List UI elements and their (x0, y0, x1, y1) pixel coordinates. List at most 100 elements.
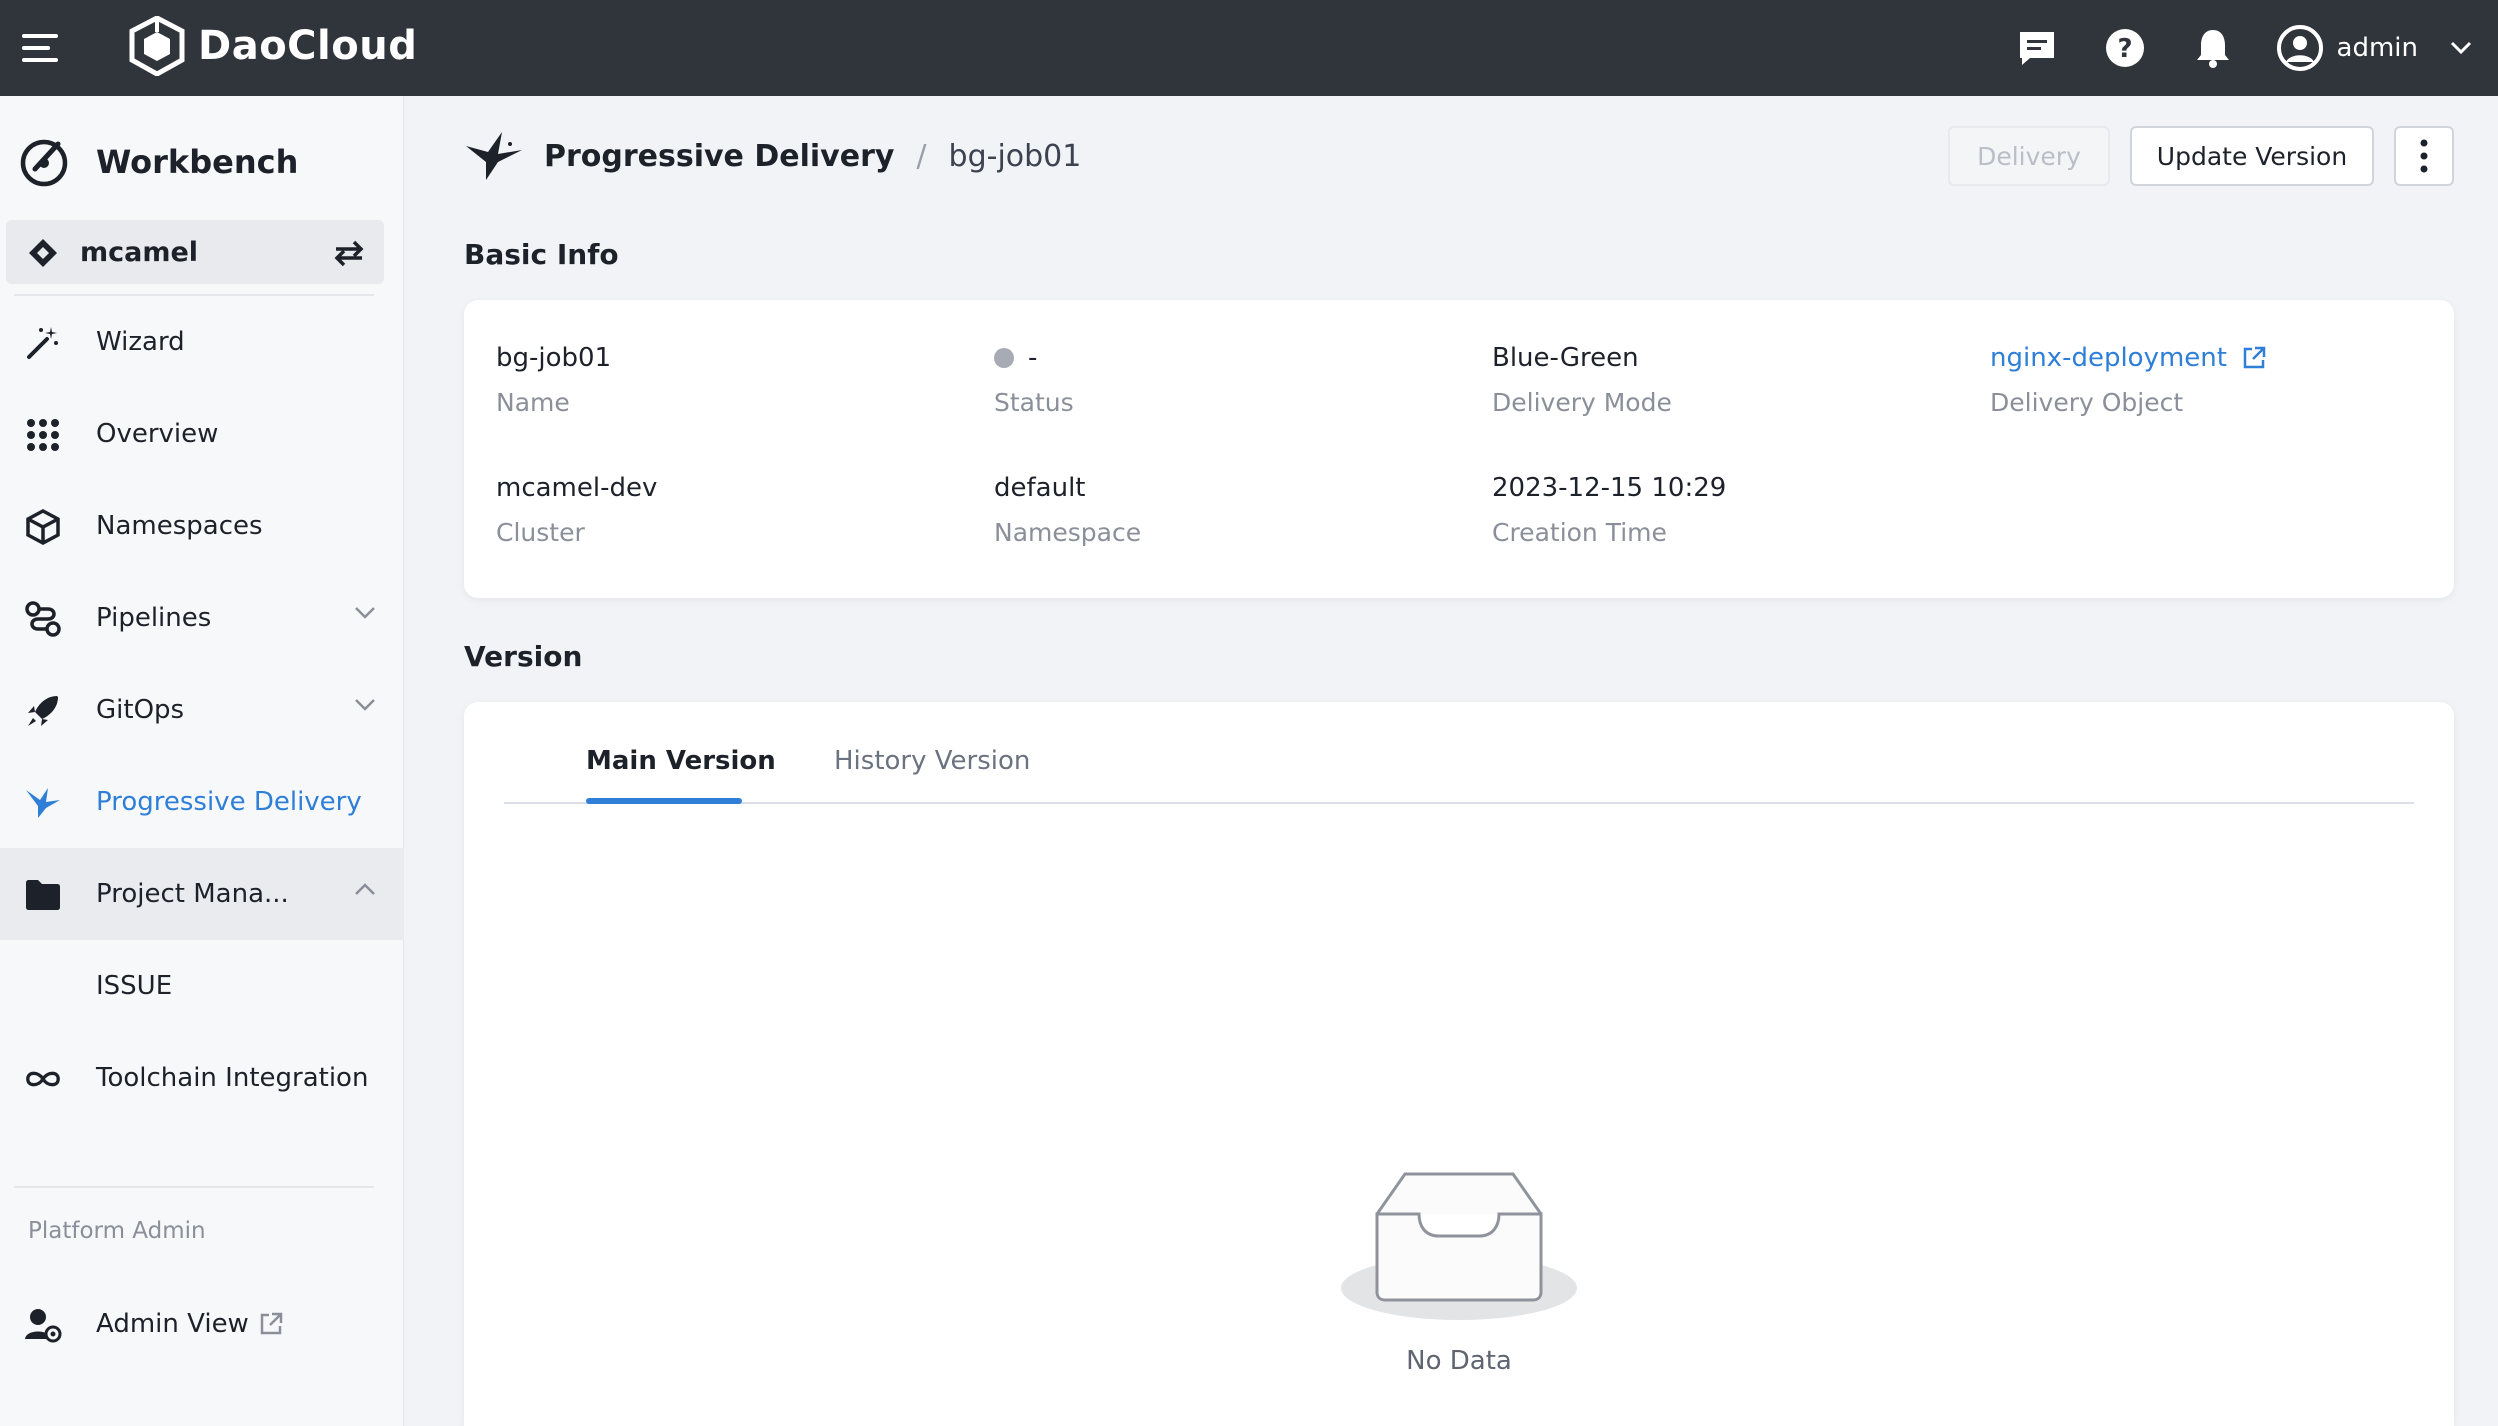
sidebar-item-pipelines[interactable]: Pipelines (0, 572, 404, 664)
chevron-up-icon (355, 883, 375, 895)
sidebar-item-wizard[interactable]: Wizard (0, 296, 404, 388)
info-value: default (994, 473, 1086, 503)
more-actions-button[interactable] (2394, 126, 2454, 186)
magic-wand-icon (24, 324, 62, 362)
workbench-header: Workbench (18, 136, 298, 188)
sidebar-item-label: ISSUE (96, 971, 173, 1001)
chevron-down-icon (355, 607, 375, 619)
info-delivery-mode: Blue-Green Delivery Mode (1492, 340, 1672, 417)
sidebar-group-label: Platform Admin (28, 1218, 206, 1244)
info-value: 2023-12-15 10:29 (1492, 473, 1727, 503)
version-tabs: Main Version History Version (504, 702, 2414, 804)
sidebar-item-overview[interactable]: Overview (0, 388, 404, 480)
workbench-icon (20, 139, 68, 187)
workbench-title: Workbench (96, 143, 299, 181)
info-label: Delivery Object (1990, 388, 2184, 417)
sidebar-divider (14, 1186, 374, 1188)
tab-main-version[interactable]: Main Version (586, 746, 776, 776)
delivery-object-link[interactable]: nginx-deployment (1990, 340, 2267, 376)
sidebar-item-label: Admin View (96, 1309, 249, 1339)
sidebar-item-issue[interactable]: ISSUE (0, 940, 404, 1032)
breadcrumb-parent[interactable]: Progressive Delivery (544, 139, 894, 174)
sidebar-item-gitops[interactable]: GitOps (0, 664, 404, 756)
chevron-down-icon (2450, 41, 2472, 55)
info-label: Cluster (496, 518, 585, 547)
workspace-icon (29, 239, 57, 267)
sidebar-item-label: Overview (96, 419, 219, 449)
info-creation-time: 2023-12-15 10:29 Creation Time (1492, 470, 1726, 547)
bird-icon (466, 132, 522, 180)
infinity-icon (24, 1060, 62, 1098)
info-value: - (1028, 343, 1038, 373)
active-tab-indicator (586, 798, 742, 804)
sidebar-item-label: Namespaces (96, 511, 263, 541)
workspace-selector[interactable]: mcamel (6, 220, 384, 284)
info-namespace: default Namespace (994, 470, 1141, 547)
folder-icon (24, 876, 62, 914)
info-value: Blue-Green (1492, 343, 1639, 373)
bird-icon (24, 784, 62, 822)
info-label: Delivery Mode (1492, 388, 1672, 417)
version-card: Main Version History Version No Data (464, 702, 2454, 1426)
info-value: nginx-deployment (1990, 343, 2227, 373)
breadcrumb-current: bg-job01 (948, 138, 1082, 174)
rocket-icon (24, 692, 62, 730)
info-label: Name (496, 388, 570, 417)
switch-icon[interactable] (332, 238, 366, 268)
external-link-icon (2243, 346, 2266, 369)
top-bar: DaoCloud ? admin (0, 0, 2498, 96)
info-delivery-object: nginx-deployment Delivery Object (1990, 340, 2267, 417)
sidebar-item-label: Toolchain Integration (96, 1063, 369, 1093)
info-status: - Status (994, 340, 1074, 417)
info-cluster: mcamel-dev Cluster (496, 470, 657, 547)
version-title: Version (464, 640, 583, 673)
sidebar-item-admin-view[interactable]: Admin View (0, 1278, 404, 1370)
sidebar-item-label: GitOps (96, 695, 185, 725)
empty-state: No Data (464, 1170, 2454, 1376)
empty-box-icon (1341, 1172, 1577, 1320)
update-version-button[interactable]: Update Version (2130, 126, 2374, 186)
hamburger-menu-icon[interactable] (22, 32, 62, 64)
sidebar: Workbench mcamel Wizard Overview Namespa… (0, 96, 404, 1426)
info-label: Status (994, 388, 1074, 417)
sidebar-item-label: Progressive Delivery (96, 787, 362, 817)
info-name: bg-job01 Name (496, 340, 611, 417)
basic-info-card: bg-job01 Name - Status Blue-Green Delive… (464, 300, 2454, 598)
message-icon[interactable] (2013, 24, 2061, 72)
workspace-name: mcamel (80, 236, 199, 268)
sidebar-item-label: Project Mana... (96, 879, 289, 909)
sidebar-item-namespaces[interactable]: Namespaces (0, 480, 404, 572)
info-label: Creation Time (1492, 518, 1667, 547)
logo[interactable]: DaoCloud (128, 16, 417, 76)
external-link-icon (260, 1312, 283, 1335)
empty-text: No Data (1406, 1346, 1512, 1376)
breadcrumb-separator: / (916, 138, 927, 174)
pipeline-icon (24, 600, 62, 638)
delivery-button[interactable]: Delivery (1948, 126, 2110, 186)
user-name: admin (2336, 33, 2418, 63)
logo-text: DaoCloud (198, 23, 418, 69)
sidebar-item-project-management[interactable]: Project Mana... (0, 848, 404, 940)
admin-user-icon (24, 1306, 62, 1344)
cube-icon (24, 508, 62, 546)
sidebar-item-toolchain-integration[interactable]: Toolchain Integration (0, 1032, 404, 1124)
info-value: mcamel-dev (496, 473, 658, 503)
status-dot (994, 348, 1014, 368)
grid-dots-icon (24, 416, 62, 454)
svg-text:?: ? (2117, 34, 2132, 64)
bell-icon[interactable] (2189, 24, 2237, 72)
user-avatar-icon (2276, 25, 2323, 71)
tab-history-version[interactable]: History Version (834, 746, 1030, 776)
info-value: bg-job01 (496, 343, 612, 373)
breadcrumb: Progressive Delivery / bg-job01 (464, 126, 1081, 186)
help-icon[interactable]: ? (2101, 24, 2149, 72)
sidebar-item-progressive-delivery[interactable]: Progressive Delivery (0, 756, 404, 848)
info-label: Namespace (994, 518, 1142, 547)
sidebar-item-label: Wizard (96, 327, 185, 357)
sidebar-item-label: Pipelines (96, 603, 212, 633)
user-menu[interactable]: admin (2276, 25, 2472, 71)
chevron-down-icon (355, 699, 375, 711)
basic-info-title: Basic Info (464, 238, 619, 271)
more-vertical-icon (2420, 139, 2428, 173)
daocloud-logo-icon (129, 16, 185, 76)
